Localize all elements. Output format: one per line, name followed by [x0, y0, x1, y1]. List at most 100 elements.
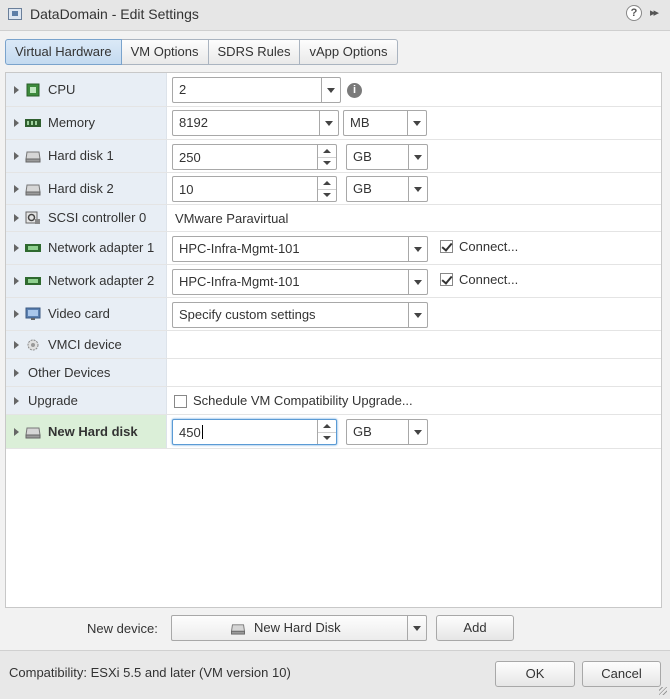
hard-disk-1-size: 250 [179, 150, 201, 165]
network-adapter-2-value: HPC-Infra-Mgmt-101 [179, 274, 300, 289]
network-adapter-1-connect-label: Connect... [459, 239, 519, 254]
cpu-value: 2 [179, 82, 187, 97]
new-device-label: New device: [87, 621, 158, 636]
hard-disk-1-unit-select[interactable]: GB [346, 144, 428, 170]
window-title: DataDomain - Edit Settings [30, 6, 199, 22]
cancel-button[interactable]: Cancel [582, 661, 661, 687]
new-hard-disk-size-input[interactable]: 450 [172, 419, 337, 445]
upgrade-label: Upgrade [28, 392, 78, 408]
tab-sdrs-rules[interactable]: SDRS Rules [208, 39, 301, 65]
new-hard-disk-row: New Hard disk 450 GB [6, 415, 661, 449]
expand-arrow-icon[interactable] [14, 427, 19, 436]
hard-disk-icon [25, 151, 41, 163]
new-hard-disk-unit-select[interactable]: GB [346, 419, 428, 445]
spin-down-icon[interactable] [317, 157, 336, 169]
other-devices-row: Other Devices [6, 359, 661, 387]
hard-disk-icon [25, 427, 41, 438]
hard-disk-2-label: Hard disk 2 [48, 180, 114, 196]
chevron-down-icon[interactable] [407, 111, 426, 135]
tab-vapp-options[interactable]: vApp Options [300, 39, 398, 65]
vmci-label-cell[interactable]: VMCI device [6, 331, 167, 358]
expand-arrow-icon[interactable] [14, 119, 19, 127]
cpu-select[interactable]: 2 [172, 77, 341, 103]
schedule-upgrade-checkbox[interactable] [174, 395, 187, 408]
expand-arrow-icon[interactable] [14, 85, 19, 94]
tab-virtual-hardware[interactable]: Virtual Hardware [5, 39, 122, 65]
new-hard-disk-label: New Hard disk [48, 423, 138, 439]
other-devices-label: Other Devices [28, 364, 111, 380]
network-adapter-2-label-cell[interactable]: Network adapter 2 [6, 265, 167, 297]
hard-disk-2-row: Hard disk 2 10 GB [6, 173, 661, 205]
expand-arrow-icon[interactable] [14, 396, 19, 405]
memory-row: Memory 8192 MB [6, 107, 661, 140]
network-adapter-1-label-cell[interactable]: Network adapter 1 [6, 232, 167, 264]
compatibility-text: Compatibility: ESXi 5.5 and later (VM ve… [9, 665, 291, 680]
network-adapter-1-row: Network adapter 1 HPC-Infra-Mgmt-101 Con… [6, 232, 661, 265]
new-device-select[interactable]: New Hard Disk [171, 615, 427, 641]
scsi-label-cell[interactable]: SCSI controller 0 [6, 205, 167, 231]
hard-disk-2-label-cell[interactable]: Hard disk 2 [6, 173, 167, 204]
upgrade-row: Upgrade Schedule VM Compatibility Upgrad… [6, 387, 661, 415]
cpu-label-cell[interactable]: CPU [6, 73, 167, 106]
network-adapter-1-label: Network adapter 1 [48, 240, 155, 255]
memory-unit: MB [350, 115, 370, 130]
network-adapter-2-row: Network adapter 2 HPC-Infra-Mgmt-101 Con… [6, 265, 661, 298]
new-hard-disk-label-cell[interactable]: New Hard disk [6, 415, 167, 448]
video-card-label-cell[interactable]: Video card [6, 298, 167, 330]
chevron-down-icon[interactable] [408, 237, 427, 261]
network-adapter-icon [25, 277, 41, 285]
expand-arrow-icon[interactable] [14, 244, 19, 252]
add-device-button[interactable]: Add [436, 615, 514, 641]
expand-arrow-icon[interactable] [14, 340, 19, 349]
hard-disk-2-size-input[interactable]: 10 [172, 176, 337, 202]
hard-disk-icon [230, 624, 246, 635]
video-card-label: Video card [48, 306, 110, 321]
expand-arrow-icon[interactable] [14, 214, 19, 222]
expand-arrow-icon[interactable] [14, 277, 19, 285]
network-adapter-1-connect-checkbox[interactable] [440, 240, 453, 253]
network-adapter-2-connect-checkbox[interactable] [440, 273, 453, 286]
chevron-down-icon[interactable] [408, 145, 427, 169]
expand-icon[interactable]: ▸▸ [650, 6, 659, 19]
chevron-down-icon[interactable] [407, 616, 426, 640]
spin-down-icon[interactable] [317, 189, 336, 201]
memory-label-cell[interactable]: Memory [6, 107, 167, 139]
expand-arrow-icon[interactable] [14, 368, 19, 377]
help-icon[interactable]: ? [626, 5, 642, 21]
vmci-device-icon [27, 339, 39, 350]
new-device-value: New Hard Disk [254, 620, 341, 635]
scsi-type-value: VMware Paravirtual [175, 211, 289, 226]
chevron-down-icon[interactable] [408, 420, 427, 444]
network-adapter-2-select[interactable]: HPC-Infra-Mgmt-101 [172, 269, 428, 295]
ok-button[interactable]: OK [495, 661, 575, 687]
video-card-icon [25, 307, 41, 320]
hard-disk-1-label-cell[interactable]: Hard disk 1 [6, 140, 167, 172]
chevron-down-icon[interactable] [408, 270, 427, 294]
new-hard-disk-size: 450 [179, 425, 201, 440]
memory-unit-select[interactable]: MB [343, 110, 427, 136]
other-devices-label-cell[interactable]: Other Devices [6, 359, 167, 386]
spin-down-icon[interactable] [317, 432, 336, 444]
hard-disk-icon [25, 184, 41, 195]
hard-disk-1-size-input[interactable]: 250 [172, 144, 337, 170]
tab-vm-options[interactable]: VM Options [121, 39, 209, 65]
upgrade-label-cell[interactable]: Upgrade [6, 387, 167, 414]
chevron-down-icon[interactable] [319, 111, 338, 135]
memory-input[interactable]: 8192 [172, 110, 339, 136]
hard-disk-1-unit: GB [353, 149, 372, 164]
hard-disk-2-unit-select[interactable]: GB [346, 176, 428, 202]
scsi-controller-row: SCSI controller 0 VMware Paravirtual [6, 205, 661, 232]
expand-arrow-icon[interactable] [14, 310, 19, 318]
chevron-down-icon[interactable] [408, 303, 427, 327]
resize-grip-icon[interactable] [659, 687, 667, 695]
network-adapter-1-select[interactable]: HPC-Infra-Mgmt-101 [172, 236, 428, 262]
expand-arrow-icon[interactable] [14, 184, 19, 193]
info-icon[interactable]: i [347, 83, 362, 98]
video-card-row: Video card Specify custom settings [6, 298, 661, 331]
expand-arrow-icon[interactable] [14, 152, 19, 160]
chevron-down-icon[interactable] [408, 177, 427, 201]
hard-disk-2-unit: GB [353, 181, 372, 196]
network-adapter-2-connect-label: Connect... [459, 272, 519, 287]
chevron-down-icon[interactable] [321, 78, 340, 102]
video-card-select[interactable]: Specify custom settings [172, 302, 428, 328]
